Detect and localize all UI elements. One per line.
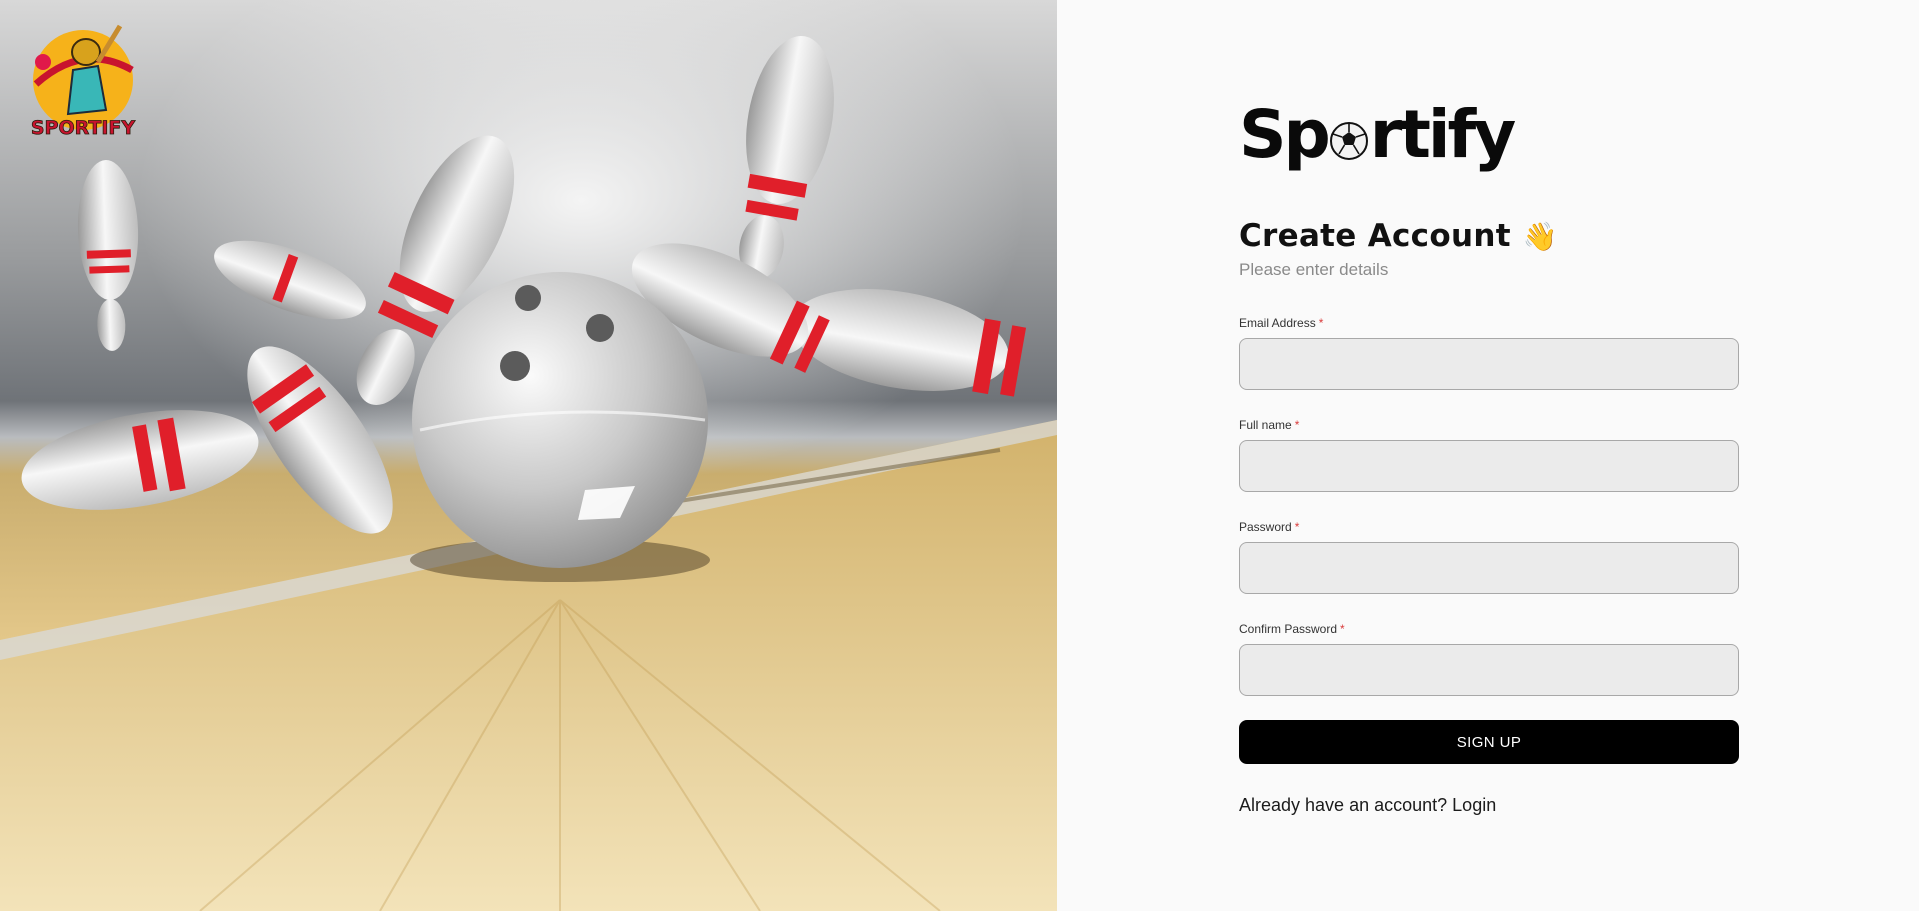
required-marker: *	[1294, 418, 1300, 432]
login-link[interactable]: Login	[1452, 795, 1496, 815]
password-input[interactable]	[1239, 542, 1739, 594]
hero-image-panel: SPORTIFY	[0, 0, 1057, 911]
login-prompt: Already have an account? Login	[1239, 795, 1739, 816]
login-prompt-text: Already have an account?	[1239, 795, 1448, 815]
signup-form: Sp rtify Create Account 👋 Please enter d…	[1239, 92, 1739, 816]
page-subtitle: Please enter details	[1239, 260, 1389, 279]
signup-page: SPORTIFY Sp rtify Create Account 👋 Pleas…	[0, 0, 1919, 911]
sign-up-button[interactable]: SIGN UP	[1239, 720, 1739, 764]
signup-form-panel: Sp rtify Create Account 👋 Please enter d…	[1057, 0, 1919, 911]
password-label: Password *	[1239, 520, 1739, 534]
pin-left-fallen	[21, 410, 259, 510]
page-title: Create Account 👋	[1239, 218, 1739, 254]
brand-wordmark: Sp rtify	[1239, 92, 1739, 176]
form-fields: Email Address * Full name * Password * C…	[1239, 316, 1739, 696]
page-title-text: Create Account	[1239, 218, 1511, 254]
required-marker: *	[1318, 316, 1324, 330]
badge-text: SPORTIFY	[31, 117, 136, 139]
pin-top-right	[739, 35, 834, 279]
confirm-password-label: Confirm Password *	[1239, 622, 1739, 636]
confirm-password-label-text: Confirm Password	[1239, 622, 1338, 636]
pin-right-fallen	[791, 289, 1027, 397]
full-name-label: Full name *	[1239, 418, 1739, 432]
soccer-ball-icon	[1329, 122, 1368, 160]
confirm-password-input[interactable]	[1239, 644, 1739, 696]
required-marker: *	[1340, 622, 1345, 636]
brand-text-start: Sp	[1239, 95, 1331, 173]
email-field-group: Email Address *	[1239, 316, 1739, 390]
full-name-field-group: Full name *	[1239, 418, 1739, 492]
email-input[interactable]	[1239, 338, 1739, 390]
waving-hand-icon: 👋	[1522, 219, 1558, 253]
pin-back-left	[214, 240, 366, 320]
required-marker: *	[1294, 520, 1300, 534]
email-label-text: Email Address	[1239, 316, 1316, 330]
confirm-password-field-group: Confirm Password *	[1239, 622, 1739, 696]
brand-text-end: rtify	[1369, 95, 1516, 173]
full-name-label-text: Full name	[1239, 418, 1292, 432]
password-field-group: Password *	[1239, 520, 1739, 594]
email-label: Email Address *	[1239, 316, 1739, 330]
bowling-hero-illustration	[0, 35, 1057, 911]
pin-left-far	[77, 160, 139, 351]
password-label-text: Password	[1239, 520, 1292, 534]
full-name-input[interactable]	[1239, 440, 1739, 492]
sportify-badge-logo: SPORTIFY	[30, 24, 136, 139]
